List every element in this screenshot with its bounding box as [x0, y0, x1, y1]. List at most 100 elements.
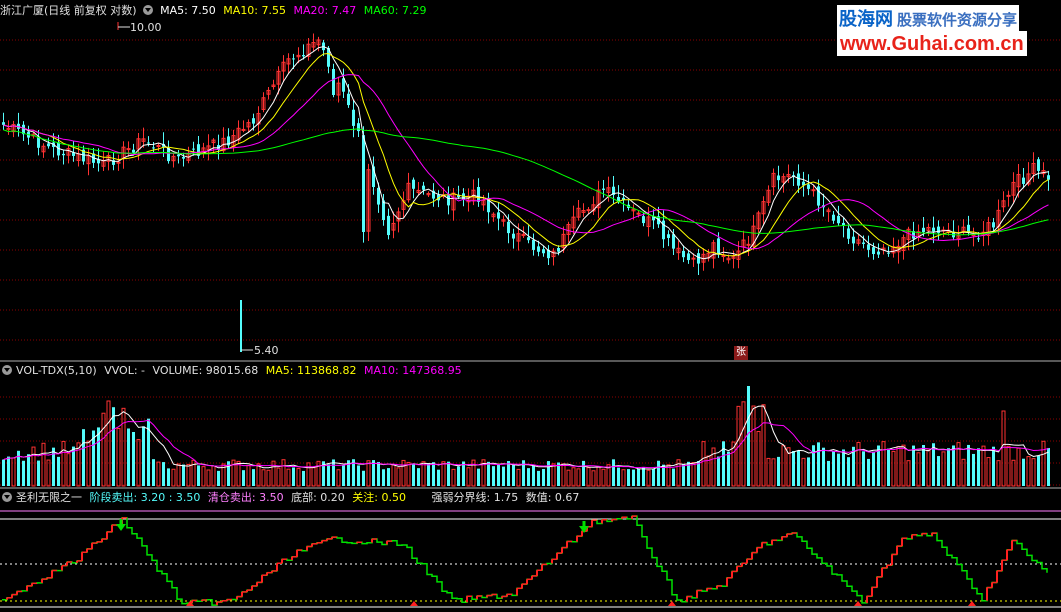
volume-bar: [932, 443, 935, 486]
ma20-value: MA20: 7.47: [293, 4, 357, 17]
volume-bar: [487, 461, 490, 486]
sell-arrow-stem: [119, 519, 123, 524]
volume-bar: [842, 449, 845, 486]
volume-bar: [11, 457, 16, 487]
volume-bar: [27, 454, 30, 486]
volume-bar: [401, 459, 406, 487]
candle-body: [422, 185, 425, 190]
volume-bar: [242, 470, 245, 486]
volume-bar: [302, 470, 305, 486]
volume-bar: [922, 445, 925, 486]
candle-body: [1047, 175, 1050, 180]
indicator-panel[interactable]: 圣利无限之一 阶段卖出: 3.20 : 3.50 清仓卖出: 3.50 底部: …: [0, 489, 1061, 612]
volume-bar: [566, 469, 571, 487]
volume-bar: [682, 463, 685, 486]
candle-body: [832, 214, 835, 221]
volume-bar: [771, 458, 776, 487]
volume-bar: [266, 469, 271, 487]
volume-bar: [701, 441, 706, 487]
volume-bar: [637, 468, 640, 486]
candle-body: [477, 187, 480, 202]
volume-bar: [926, 449, 931, 487]
volume-bar: [441, 461, 446, 487]
volume-bar: [377, 461, 380, 486]
zhang-marker[interactable]: 张: [734, 346, 748, 360]
volume-bar: [576, 468, 581, 487]
volume-bar: [396, 467, 401, 487]
volume-bar: [547, 461, 550, 486]
volume-panel[interactable]: VOL-TDX(5,10) VVOL: - VOLUME: 98015.68 M…: [0, 362, 1061, 489]
volume-bar: [156, 461, 161, 487]
volume-bar: [31, 446, 36, 487]
volume-bar: [1022, 458, 1025, 486]
candle-body: [887, 252, 890, 254]
dropdown-circle-icon[interactable]: [2, 492, 12, 502]
watch-value: 关注: 0.50: [352, 491, 406, 504]
candle-body: [746, 243, 751, 246]
watermark-brand: 股海网: [839, 9, 893, 30]
volume-bar: [992, 446, 995, 486]
volume-bar: [132, 431, 135, 486]
volume-bar: [1041, 440, 1046, 487]
volume-bar: [292, 467, 295, 486]
volume-bar: [457, 466, 460, 486]
candle-body: [497, 212, 500, 219]
candle-body: [847, 228, 850, 239]
volume-bar: [1037, 455, 1040, 486]
volume-bar: [981, 445, 986, 487]
volume-bar: [2, 459, 5, 486]
dropdown-circle-icon[interactable]: [142, 5, 153, 15]
candle-body: [6, 127, 11, 130]
volume-bar: [657, 460, 660, 486]
vol-ma10-value: MA10: 147368.95: [363, 364, 462, 377]
volume-bar: [97, 427, 100, 486]
candle-body: [1006, 194, 1011, 197]
high-price-label: 10.00: [130, 21, 162, 34]
buy-arrow-icon: [410, 601, 418, 606]
volume-bar: [551, 463, 556, 487]
volume-bar: [901, 444, 906, 487]
indicator-chart[interactable]: [0, 489, 1061, 612]
volume-bar: [1011, 459, 1016, 487]
candle-body: [937, 226, 940, 233]
candle-body: [382, 200, 385, 220]
candle-body: [636, 212, 641, 215]
volume-bar: [152, 459, 155, 486]
volume-bar: [571, 467, 576, 487]
volume-bar: [462, 461, 465, 486]
stage-sell-value: 阶段卖出: 3.20 : 3.50: [89, 491, 201, 504]
volume-bar: [872, 451, 875, 486]
volume-bar: [977, 448, 980, 486]
volume-bar: [116, 428, 121, 487]
volume-bar: [106, 400, 111, 487]
volume-bar: [162, 462, 165, 486]
candle-body: [182, 156, 185, 159]
volume-bar: [432, 462, 435, 486]
volume-bar: [812, 445, 815, 486]
volume-bar: [1026, 456, 1031, 487]
volume-bar: [286, 468, 291, 487]
volume-bar: [41, 442, 46, 487]
volume-bar: [822, 447, 825, 486]
volume-bar: [916, 452, 921, 487]
candle-body: [717, 238, 720, 255]
volume-bar: [507, 461, 510, 486]
volume-bar: [941, 451, 946, 487]
candle-body: [387, 215, 390, 236]
volume-bar: [171, 468, 176, 487]
volume-bar: [527, 468, 530, 486]
volume-bar: [276, 467, 281, 487]
volume-chart[interactable]: [0, 362, 1061, 489]
candle-body: [852, 236, 855, 244]
volume-bar: [947, 448, 950, 486]
volume-bar: [421, 461, 426, 487]
volume-bar: [601, 468, 606, 487]
volume-bar: [672, 468, 675, 486]
dropdown-circle-icon[interactable]: [2, 365, 12, 375]
volume-bar: [256, 463, 261, 487]
candle-body: [777, 175, 780, 181]
volume-bar: [537, 470, 540, 486]
candle-body: [687, 253, 690, 261]
volume-bar: [717, 456, 720, 486]
volume-bar: [52, 447, 55, 486]
